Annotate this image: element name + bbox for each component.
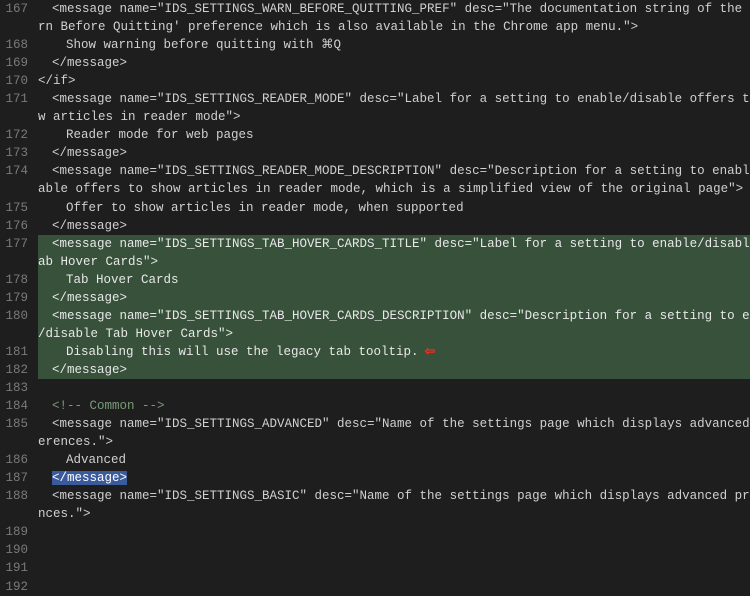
line-number: 167 [0, 0, 28, 18]
code-line-wrap[interactable]: /disable Tab Hover Cards"> [38, 325, 750, 343]
code-line[interactable]: </message> [38, 144, 750, 162]
line-number: 171 [0, 90, 28, 108]
line-number: 186 [0, 451, 28, 469]
line-number: 174 [0, 162, 28, 180]
line-number: 175 [0, 199, 28, 217]
code-line[interactable]: Disabling this will use the legacy tab t… [38, 343, 750, 361]
code-line[interactable]: </message> [38, 54, 750, 72]
line-number-continuation [0, 325, 28, 343]
code-line-wrap[interactable]: w articles in reader mode"> [38, 108, 750, 126]
code-line[interactable]: </message> [38, 469, 750, 487]
line-number: 168 [0, 36, 28, 54]
line-number: 176 [0, 217, 28, 235]
code-line[interactable]: </if> [38, 72, 750, 90]
line-number: 181 [0, 343, 28, 361]
line-number: 178 [0, 271, 28, 289]
line-number: 177 [0, 235, 28, 253]
code-editor[interactable]: 1671681691701711721731741751761771781791… [0, 0, 750, 524]
line-number-continuation [0, 18, 28, 36]
code-line-wrap[interactable]: rn Before Quitting' preference which is … [38, 18, 750, 36]
line-number: 169 [0, 54, 28, 72]
line-number-continuation [0, 108, 28, 126]
code-line[interactable]: <message name="IDS_SETTINGS_WARN_BEFORE_… [38, 0, 750, 18]
line-number: 183 [0, 379, 28, 397]
line-number: 190 [0, 541, 28, 559]
line-number: 185 [0, 415, 28, 433]
code-line[interactable]: <message name="IDS_SETTINGS_READER_MODE_… [38, 162, 750, 180]
code-line[interactable]: <message name="IDS_SETTINGS_ADVANCED" de… [38, 415, 750, 433]
line-number: 173 [0, 144, 28, 162]
code-line[interactable]: <message name="IDS_SETTINGS_TAB_HOVER_CA… [38, 307, 750, 325]
code-line[interactable]: Offer to show articles in reader mode, w… [38, 199, 750, 217]
line-number: 179 [0, 289, 28, 307]
code-line[interactable] [38, 379, 750, 397]
line-number-continuation [0, 505, 28, 523]
line-number-continuation [0, 180, 28, 198]
code-line[interactable]: <message name="IDS_SETTINGS_TAB_HOVER_CA… [38, 235, 750, 253]
code-line[interactable]: Show warning before quitting with ⌘Q [38, 36, 750, 54]
code-line[interactable]: </message> [38, 361, 750, 379]
line-number: 192 [0, 578, 28, 596]
code-line[interactable]: <message name="IDS_SETTINGS_BASIC" desc=… [38, 487, 750, 505]
code-area[interactable]: <message name="IDS_SETTINGS_WARN_BEFORE_… [38, 0, 750, 524]
line-number: 172 [0, 126, 28, 144]
line-number: 187 [0, 469, 28, 487]
code-line[interactable]: </message> [38, 289, 750, 307]
code-line[interactable]: <!-- Common --> [38, 397, 750, 415]
annotation-arrow-icon: ⇦ [419, 345, 435, 359]
code-line[interactable]: </message> [38, 217, 750, 235]
line-number: 191 [0, 559, 28, 577]
code-line[interactable]: Tab Hover Cards [38, 271, 750, 289]
line-number: 180 [0, 307, 28, 325]
code-line-wrap[interactable]: nces."> [38, 505, 750, 523]
selected-text: </message> [52, 471, 127, 485]
line-number-continuation [0, 433, 28, 451]
code-line-wrap[interactable]: ab Hover Cards"> [38, 253, 750, 271]
line-number: 170 [0, 72, 28, 90]
line-number: 188 [0, 487, 28, 505]
code-line[interactable]: Reader mode for web pages [38, 126, 750, 144]
code-line[interactable]: <message name="IDS_SETTINGS_READER_MODE"… [38, 90, 750, 108]
line-number: 189 [0, 523, 28, 541]
code-line-wrap[interactable]: able offers to show articles in reader m… [38, 180, 750, 198]
line-number: 182 [0, 361, 28, 379]
code-line[interactable]: Advanced [38, 451, 750, 469]
code-line-wrap[interactable]: erences."> [38, 433, 750, 451]
line-number-gutter: 1671681691701711721731741751761771781791… [0, 0, 38, 524]
line-number: 184 [0, 397, 28, 415]
line-number-continuation [0, 253, 28, 271]
